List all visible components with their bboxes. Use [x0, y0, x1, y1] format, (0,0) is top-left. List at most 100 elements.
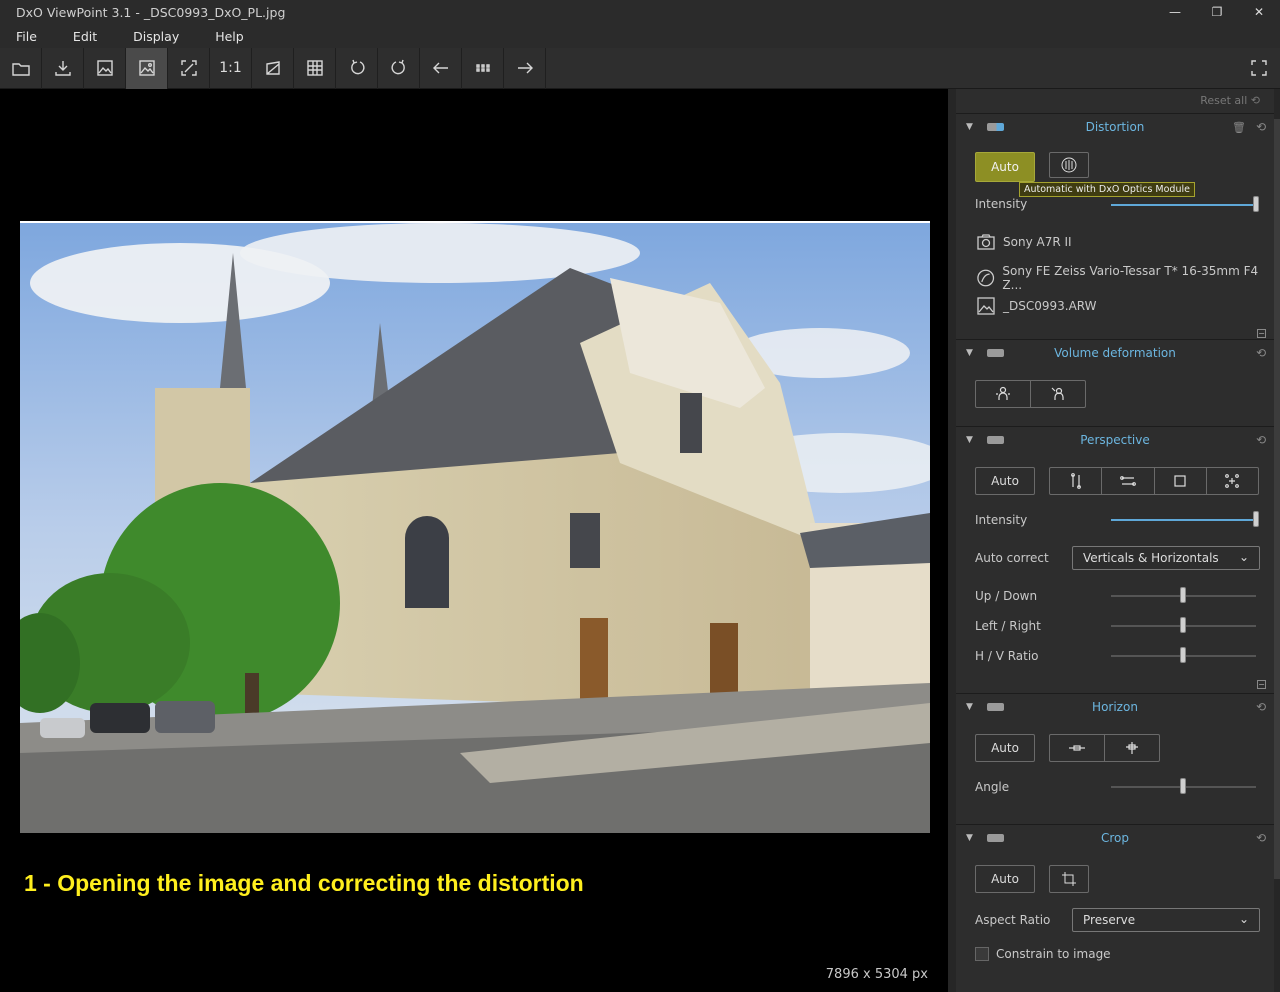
distortion-intensity-knob[interactable]: [1253, 196, 1259, 212]
crop-icon: [1062, 872, 1076, 886]
undo-icon[interactable]: ⟲: [1256, 120, 1266, 134]
aspect-ratio-label: Aspect Ratio: [975, 913, 1051, 927]
panel-scrollbar[interactable]: [1274, 89, 1280, 992]
camera-icon: [977, 234, 995, 250]
lens-module-icon: [1061, 157, 1077, 173]
horizon-rotate-button[interactable]: [1105, 735, 1159, 761]
distortion-intensity-slider[interactable]: [1111, 204, 1256, 206]
perspective-intensity-knob[interactable]: [1253, 511, 1259, 527]
lens-module-button[interactable]: [1049, 152, 1089, 178]
fit-screen-icon[interactable]: [168, 47, 210, 89]
undo-icon[interactable]: ⟲: [1256, 831, 1266, 845]
crop-tool-button[interactable]: [1049, 865, 1089, 893]
eight-point-button[interactable]: [1207, 468, 1258, 494]
vertical-lines-icon: [1070, 473, 1081, 489]
perspective-auto-button[interactable]: Auto: [975, 467, 1035, 495]
horizon-header[interactable]: ▼ Horizon ⟲: [956, 694, 1274, 720]
left-right-knob[interactable]: [1180, 617, 1186, 633]
thumbnails-icon[interactable]: [462, 47, 504, 89]
open-folder-icon[interactable]: [0, 47, 42, 89]
crop-header[interactable]: ▼ Crop ⟲: [956, 825, 1274, 851]
menu-bar: File Edit Display Help: [0, 24, 1280, 48]
maximize-icon[interactable]: ❐: [1196, 0, 1238, 24]
undo-icon[interactable]: ⟲: [1256, 433, 1266, 447]
volume-mode-group: [975, 380, 1086, 408]
panel-divider[interactable]: [948, 89, 956, 992]
menu-edit[interactable]: Edit: [73, 29, 97, 44]
up-down-label: Up / Down: [975, 589, 1038, 603]
collapse-details-icon[interactable]: −: [1257, 329, 1266, 338]
aspect-ratio-select[interactable]: Preserve ⌄: [1072, 908, 1260, 932]
corrected-image-icon[interactable]: [126, 47, 168, 89]
distortion-title: Distortion: [1085, 120, 1145, 134]
horizon-line-icon: [1069, 745, 1085, 751]
fullscreen-icon[interactable]: [1238, 48, 1280, 89]
collapse-details-icon[interactable]: −: [1257, 680, 1266, 689]
menu-file[interactable]: File: [16, 29, 37, 44]
rectangle-button[interactable]: [1155, 468, 1207, 494]
distortion-auto-button[interactable]: Auto: [975, 152, 1035, 182]
export-icon[interactable]: [42, 47, 84, 89]
perspective-intensity-slider[interactable]: [1111, 519, 1256, 521]
file-info: _DSC0993.ARW: [975, 295, 1097, 317]
camera-info: Sony A7R II: [975, 231, 1072, 253]
horizontal-lines-icon: [1119, 476, 1136, 486]
toolbar: 1:1: [0, 47, 1280, 89]
hv-ratio-label: H / V Ratio: [975, 649, 1039, 663]
undo-icon[interactable]: ⟲: [1256, 700, 1266, 714]
rectangle-icon: [1174, 475, 1186, 487]
photo-church: [20, 221, 930, 833]
lens-info: Sony FE Zeiss Vario-Tessar T* 16-35mm F4…: [975, 264, 1274, 292]
volume-diagonal-button[interactable]: [1031, 381, 1085, 407]
compare-icon[interactable]: [252, 47, 294, 89]
grid-icon[interactable]: [294, 47, 336, 89]
rotate-left-icon[interactable]: [336, 47, 378, 89]
trash-icon[interactable]: 🗑: [1232, 121, 1246, 134]
left-right-label: Left / Right: [975, 619, 1041, 633]
volume-horizontal-button[interactable]: [976, 381, 1031, 407]
perspective-header[interactable]: ▼ Perspective ⟲: [956, 427, 1274, 453]
up-down-knob[interactable]: [1180, 587, 1186, 603]
horizon-auto-button[interactable]: Auto: [975, 734, 1035, 762]
eight-points-icon: [1225, 474, 1240, 488]
volume-header[interactable]: ▼ Volume deformation ⟲: [956, 340, 1274, 366]
corrections-panel: Reset all ⟲ ▼ Distortion 🗑 ⟲ Auto Intens…: [956, 89, 1280, 992]
volume-section: ▼ Volume deformation ⟲: [956, 339, 1274, 426]
image-viewer[interactable]: 1 - Opening the image and correcting the…: [0, 89, 948, 992]
zoom-one-to-one-button[interactable]: 1:1: [210, 47, 252, 89]
distortion-section: ▼ Distortion 🗑 ⟲ Auto Intensity Sony A7R…: [956, 113, 1274, 339]
crop-auto-button[interactable]: Auto: [975, 865, 1035, 893]
horizontal-parallel-button[interactable]: [1102, 468, 1155, 494]
person-horizontal-icon: [996, 386, 1010, 400]
chevron-down-icon: ⌄: [1238, 912, 1249, 926]
horizon-mode-group: [1049, 734, 1160, 762]
crop-section: ▼ Crop ⟲ Auto Aspect Ratio Preserve ⌄ Co…: [956, 824, 1274, 984]
original-image-icon[interactable]: [84, 47, 126, 89]
vertical-parallel-button[interactable]: [1050, 468, 1103, 494]
rotate-right-icon[interactable]: [378, 47, 420, 89]
distortion-header[interactable]: ▼ Distortion 🗑 ⟲: [956, 114, 1274, 140]
constrain-label: Constrain to image: [996, 947, 1111, 961]
menu-help[interactable]: Help: [215, 29, 244, 44]
next-image-icon[interactable]: [504, 47, 546, 89]
previous-image-icon[interactable]: [420, 47, 462, 89]
horizon-section: ▼ Horizon ⟲ Auto Angle: [956, 693, 1274, 824]
auto-correct-label: Auto correct: [975, 551, 1049, 565]
hv-ratio-knob[interactable]: [1180, 647, 1186, 663]
minimize-icon[interactable]: —: [1154, 0, 1196, 24]
crop-title: Crop: [1100, 831, 1129, 845]
auto-tooltip: Automatic with DxO Optics Module: [1019, 182, 1195, 197]
lens-icon: [977, 269, 995, 287]
reset-all-button[interactable]: Reset all ⟲: [1200, 94, 1260, 107]
close-icon[interactable]: ✕: [1238, 0, 1280, 24]
undo-icon[interactable]: ⟲: [1256, 346, 1266, 360]
horizon-line-button[interactable]: [1050, 735, 1105, 761]
image-dimensions: 7896 x 5304 px: [825, 967, 928, 982]
constrain-checkbox[interactable]: [975, 947, 989, 961]
scrollbar-thumb[interactable]: [1274, 119, 1280, 879]
horizon-rotate-icon: [1126, 742, 1138, 754]
perspective-section: ▼ Perspective ⟲ Auto Intensity Auto corr…: [956, 426, 1274, 693]
auto-correct-select[interactable]: Verticals & Horizontals ⌄: [1072, 546, 1260, 570]
angle-knob[interactable]: [1180, 778, 1186, 794]
menu-display[interactable]: Display: [133, 29, 179, 44]
